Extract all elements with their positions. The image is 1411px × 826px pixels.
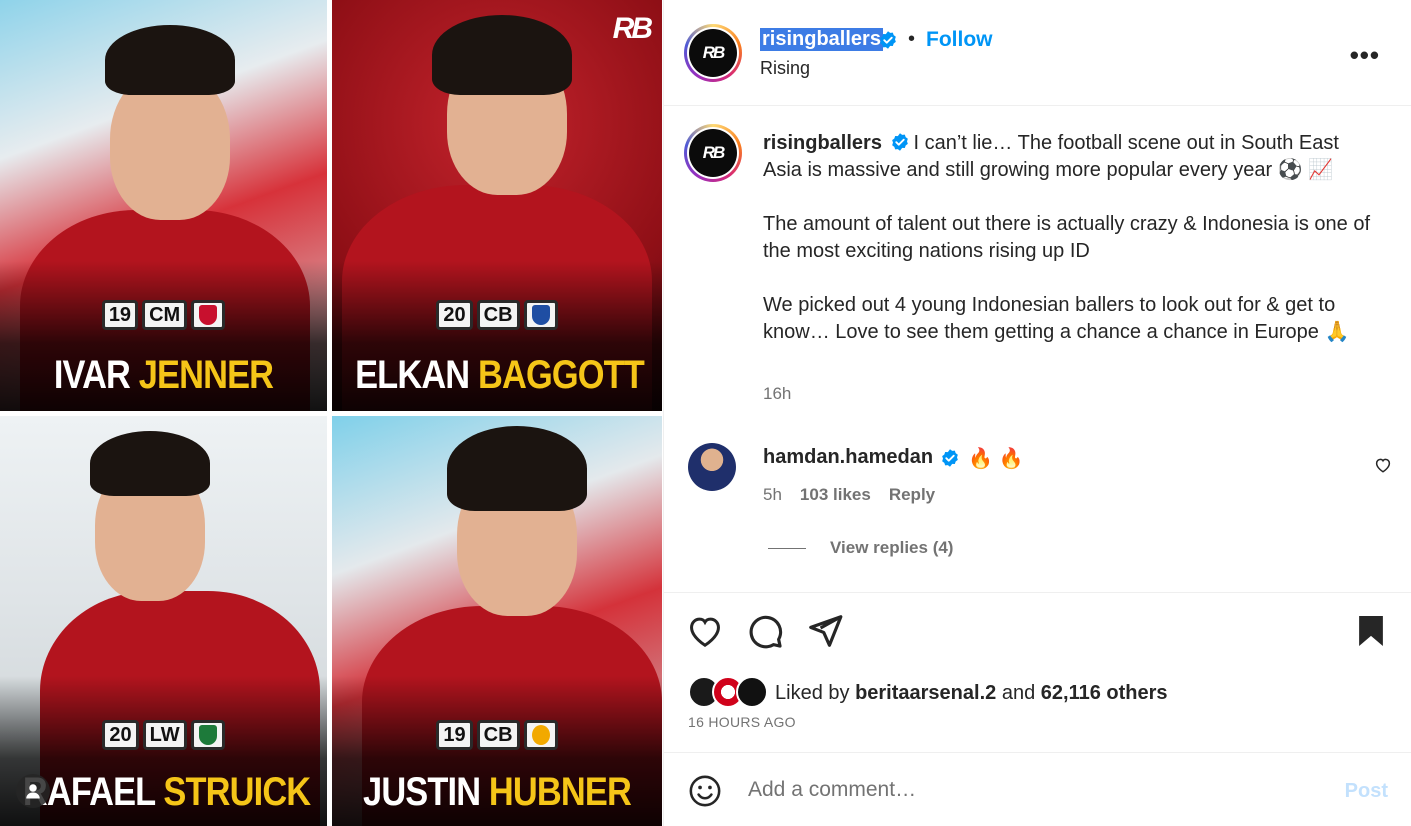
player-name: ELKAN BAGGOTT [355, 353, 645, 397]
comment-likes[interactable]: 103 likes [800, 485, 871, 505]
others-link[interactable]: 62,116 others [1041, 682, 1168, 704]
player-badges: 20 CB [332, 300, 662, 330]
player-name: RAFAEL STRUICK [22, 770, 311, 814]
follow-button[interactable]: Follow [926, 28, 993, 52]
liker-avatar [736, 676, 768, 708]
view-replies-button[interactable]: View replies (4) [768, 538, 953, 558]
verified-badge-icon [942, 449, 958, 467]
caption-author-avatar[interactable]: RB [684, 124, 742, 182]
post-header: RB risingballers • Follow Rising ••• [664, 0, 1411, 106]
club-crest-icon [523, 300, 558, 330]
save-bookmark-icon[interactable] [1352, 612, 1390, 650]
comment-like-heart-icon[interactable] [1374, 456, 1392, 474]
more-options-icon[interactable]: ••• [1350, 40, 1380, 71]
liker-avatars[interactable] [688, 676, 768, 710]
player-card-2: RB 20 CB ELKAN BAGGOTT [332, 0, 662, 411]
club-crest-icon [523, 720, 558, 750]
replies-line [768, 547, 806, 549]
player-card-3: 20 LW RAFAEL STRUICK [0, 416, 327, 826]
separator-dot: • [908, 28, 916, 50]
divider [664, 592, 1411, 593]
rb-logo: RB [612, 12, 653, 45]
player-card-4: 19 CB JUSTIN HUBNER [332, 416, 662, 826]
player-badges: 19 CB [332, 720, 662, 750]
comment-meta: 5h 103 likes Reply [763, 485, 935, 505]
player-name: IVAR JENNER [53, 353, 274, 397]
divider [664, 752, 1411, 753]
comment-time[interactable]: 5h [763, 485, 782, 505]
post-comment-button[interactable]: Post [1345, 780, 1388, 803]
player-name: JUSTIN HUBNER [363, 770, 632, 814]
share-send-icon[interactable] [806, 612, 844, 650]
post-panel: RB risingballers • Follow Rising ••• RB … [663, 0, 1411, 826]
club-crest-icon [190, 720, 225, 750]
liked-by-user-link[interactable]: beritaarsenal.2 [855, 682, 996, 704]
post-caption: risingballers I can’t lie… The football … [763, 130, 1373, 373]
comment-bubble-icon[interactable] [746, 612, 784, 650]
post-timestamp[interactable]: 16 HOURS AGO [688, 714, 796, 730]
position-badge: CB [476, 300, 520, 330]
player-badges: 20 LW [0, 720, 327, 750]
comment-text: 🔥 🔥 [968, 448, 1024, 470]
commenter-avatar[interactable] [688, 443, 736, 491]
caption-time[interactable]: 16h [763, 384, 791, 404]
verified-badge-icon [891, 133, 908, 151]
age-badge: 19 [101, 300, 139, 330]
author-username[interactable]: risingballers [760, 28, 883, 51]
emoji-smiley-icon[interactable] [688, 774, 722, 808]
caption-paragraph-2: The amount of talent out there is actual… [763, 213, 1371, 262]
position-badge: CB [476, 720, 520, 750]
player-card-1: 19 CM IVAR JENNER [0, 0, 327, 411]
age-badge: 20 [102, 720, 139, 750]
like-heart-icon[interactable] [686, 612, 724, 650]
author-avatar[interactable]: RB [684, 24, 742, 82]
verified-badge-icon [880, 31, 896, 49]
audio-subtitle[interactable]: Rising [760, 58, 810, 79]
commenter-username[interactable]: hamdan.hamedan [763, 446, 933, 469]
player-badges: 19 CM [0, 300, 327, 330]
post-image[interactable]: 19 CM IVAR JENNER RB 20 CB ELKAN BAGGOTT… [0, 0, 662, 826]
club-crest-icon [191, 300, 226, 330]
position-badge: CM [142, 300, 188, 330]
age-badge: 19 [436, 720, 473, 750]
position-badge: LW [142, 720, 187, 750]
caption-username[interactable]: risingballers [763, 132, 882, 154]
tagged-user-icon[interactable] [16, 774, 50, 808]
add-comment-input[interactable]: Add a comment… [748, 778, 916, 802]
reply-button[interactable]: Reply [889, 485, 935, 505]
caption-paragraph-3: We picked out 4 young Indonesian ballers… [763, 294, 1350, 343]
age-badge: 20 [436, 300, 473, 330]
liked-by-text: Liked by beritaarsenal.2 and 62,116 othe… [775, 682, 1168, 704]
